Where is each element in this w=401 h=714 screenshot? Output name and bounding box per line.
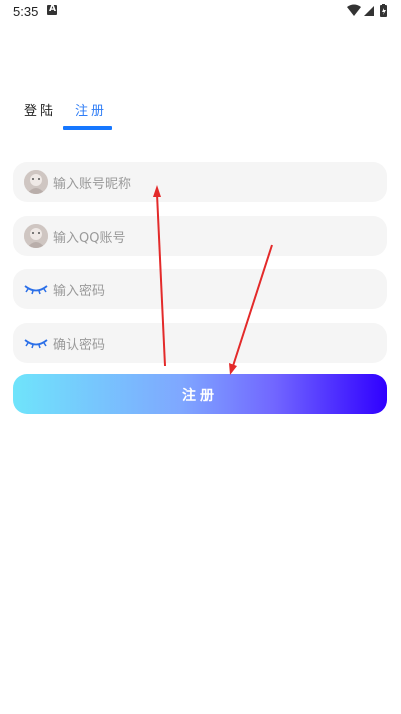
auth-tabs: 登陆 注册 <box>0 92 401 132</box>
tab-login[interactable]: 登陆 <box>24 100 56 119</box>
notification-icon: A <box>47 4 57 15</box>
avatar-icon <box>24 170 48 194</box>
nickname-field[interactable]: 输入账号昵称 <box>13 162 387 202</box>
closed-eye-icon[interactable] <box>24 331 48 355</box>
status-time: 5:35 <box>13 4 39 19</box>
qq-placeholder: 输入QQ账号 <box>53 231 126 246</box>
signal-icon <box>364 6 374 16</box>
password-placeholder: 输入密码 <box>53 284 106 299</box>
closed-eye-icon[interactable] <box>24 277 48 301</box>
confirm-password-placeholder: 确认密码 <box>53 338 106 353</box>
nickname-placeholder: 输入账号昵称 <box>53 177 132 192</box>
register-button[interactable]: 注册 <box>13 374 387 414</box>
qq-field[interactable]: 输入QQ账号 <box>13 216 387 256</box>
status-bar: 5:35 A <box>0 0 401 24</box>
tab-register[interactable]: 注册 <box>75 100 107 119</box>
avatar-icon <box>24 224 48 248</box>
status-icons <box>347 4 387 17</box>
tab-active-indicator <box>63 126 112 130</box>
password-field[interactable]: 输入密码 <box>13 269 387 309</box>
register-button-label: 注册 <box>182 388 218 404</box>
confirm-password-field[interactable]: 确认密码 <box>13 323 387 363</box>
wifi-icon <box>347 4 361 16</box>
